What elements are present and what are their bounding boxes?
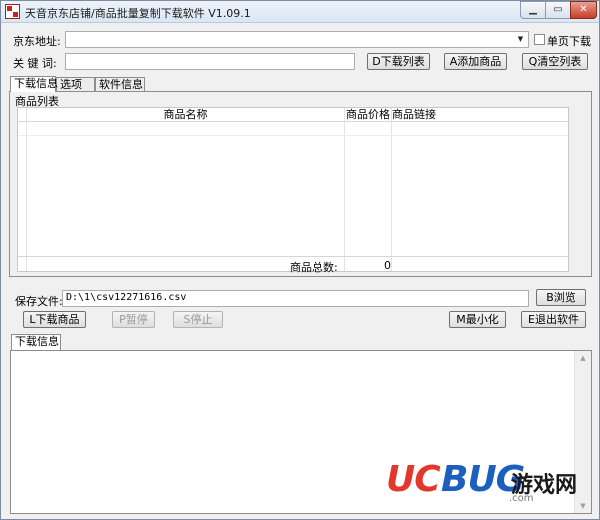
- url-label: 京东地址:: [13, 35, 61, 48]
- total-count-value: 0: [384, 259, 391, 272]
- minimize-window-button[interactable]: ▁: [520, 1, 546, 19]
- logo-uc-text: UC: [386, 459, 441, 500]
- single-page-label: 单页下载: [547, 35, 591, 48]
- tab-options[interactable]: 选项: [56, 77, 95, 92]
- url-combobox[interactable]: ▼: [65, 31, 529, 48]
- title-bar[interactable]: 天音京东店铺/商品批量复制下载软件 V1.09.1 ▁ ▭ ✕: [1, 1, 599, 23]
- keyword-label: 关 键 词:: [13, 57, 57, 70]
- save-path-input[interactable]: D:\1\csv12271616.csv: [62, 290, 529, 307]
- exit-button[interactable]: E退出软件: [521, 311, 586, 328]
- product-list-title: 商品列表: [15, 95, 59, 108]
- save-file-label: 保存文件:: [15, 295, 63, 308]
- column-divider: [391, 108, 392, 271]
- column-header-price[interactable]: 商品价格: [345, 108, 391, 122]
- app-icon: [5, 4, 20, 19]
- row-divider: [18, 135, 568, 136]
- clear-list-button[interactable]: Q清空列表: [522, 53, 588, 70]
- single-page-checkbox[interactable]: [534, 34, 545, 45]
- column-header-name[interactable]: 商品名称: [27, 108, 344, 122]
- maximize-window-button[interactable]: ▭: [545, 1, 571, 19]
- chevron-down-icon[interactable]: ▼: [514, 33, 527, 46]
- product-table[interactable]: 商品名称 商品价格 商品链接 商品总数: 0: [17, 107, 569, 274]
- table-header: 商品名称 商品价格 商品链接: [18, 108, 568, 122]
- window-title: 天音京东店铺/商品批量复制下载软件 V1.09.1: [25, 7, 251, 20]
- column-header-link[interactable]: 商品链接: [392, 108, 436, 122]
- download-list-button[interactable]: D下载列表: [367, 53, 430, 70]
- logo-domain-text: .com: [509, 493, 534, 504]
- save-path-value: D:\1\csv12271616.csv: [66, 292, 187, 303]
- app-window: 天音京东店铺/商品批量复制下载软件 V1.09.1 ▁ ▭ ✕ 京东地址: ▼ …: [0, 0, 600, 520]
- stop-button[interactable]: S停止: [173, 311, 223, 328]
- scroll-up-icon[interactable]: ▲: [579, 354, 587, 362]
- ucbug-watermark-logo: UC BUG 游戏网 .com: [386, 459, 596, 514]
- download-products-button[interactable]: L下载商品: [23, 311, 86, 328]
- total-row-divider: [18, 256, 568, 257]
- tab-software-info[interactable]: 软件信息: [95, 77, 145, 92]
- minimize-button[interactable]: M最小化: [449, 311, 506, 328]
- tab-download-info[interactable]: 下载信息: [10, 76, 58, 92]
- row-indicator-divider: [26, 108, 27, 271]
- tab-log[interactable]: 下载信息: [11, 334, 61, 350]
- column-divider: [344, 108, 345, 271]
- add-product-button[interactable]: A添加商品: [444, 53, 507, 70]
- browse-button[interactable]: B浏览: [536, 289, 586, 306]
- total-count-label: 商品总数:: [290, 261, 338, 274]
- pause-button[interactable]: P暂停: [112, 311, 155, 328]
- close-window-button[interactable]: ✕: [570, 1, 597, 19]
- keyword-input[interactable]: [65, 53, 355, 70]
